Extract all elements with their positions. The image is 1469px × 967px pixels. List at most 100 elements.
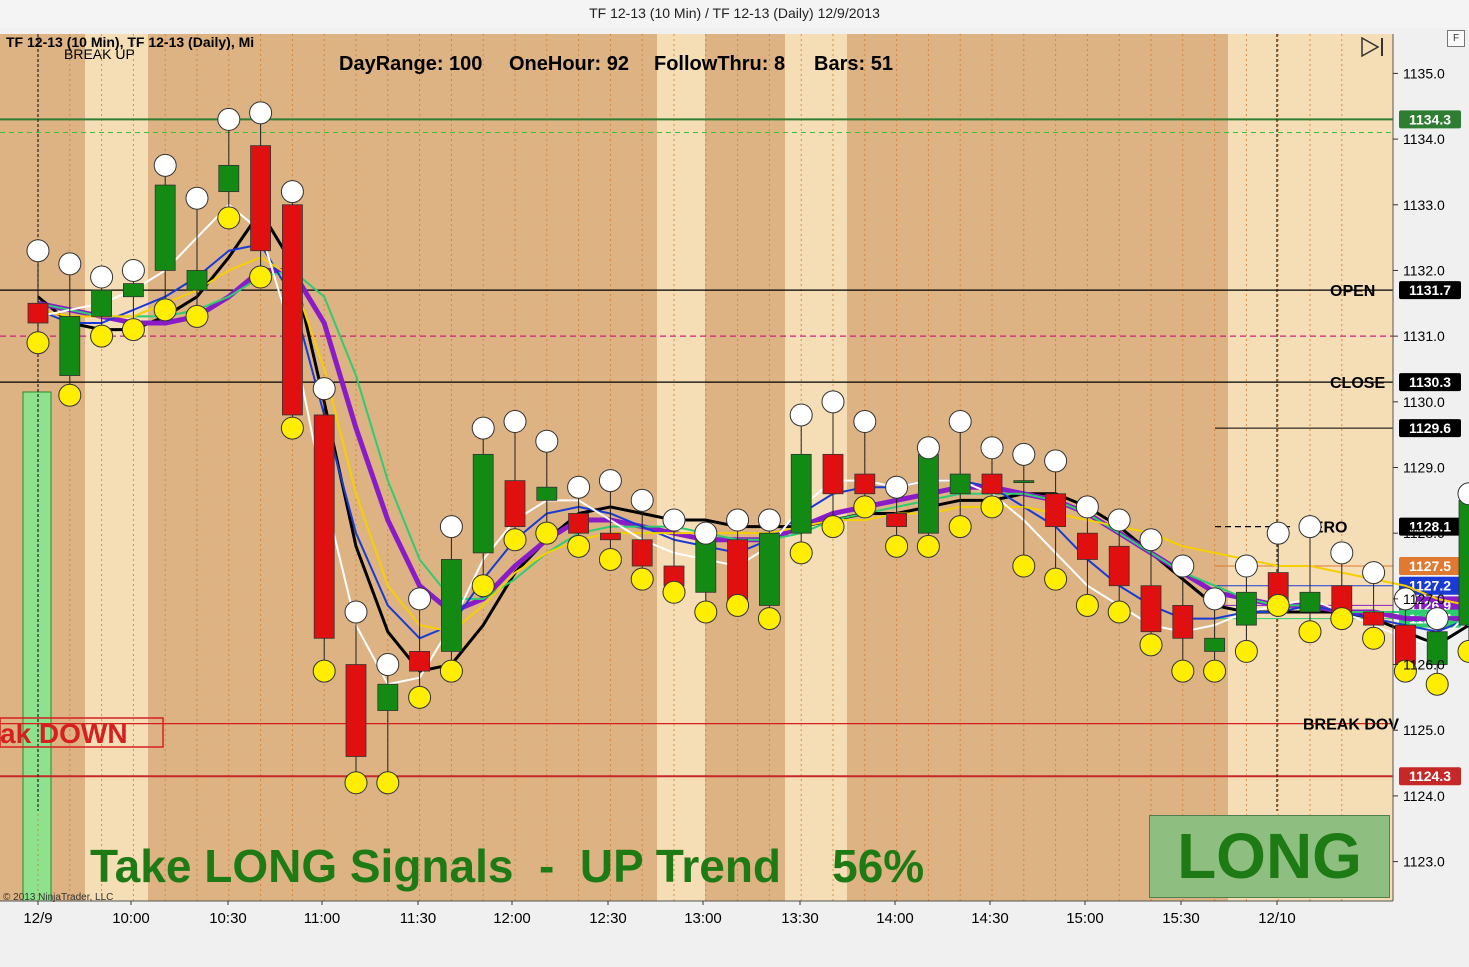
- candle-body: [345, 664, 367, 757]
- y-tick-label: 1135.0: [1403, 65, 1445, 81]
- candle-body: [1172, 605, 1194, 639]
- signal-dot: [1234, 554, 1258, 578]
- signal-dot: [662, 580, 686, 604]
- signal-dot: [885, 475, 909, 499]
- price-tag-text: 1129.6: [1409, 420, 1451, 436]
- signal-dot: [58, 383, 82, 407]
- signal-dot: [1044, 449, 1068, 473]
- signal-dot: [503, 528, 527, 552]
- candle-body: [1045, 493, 1066, 528]
- signal-dot: [439, 659, 463, 683]
- signal-dot: [789, 403, 813, 427]
- signal-dot: [980, 495, 1004, 519]
- signal-dot: [630, 488, 654, 512]
- session-band: [85, 34, 148, 901]
- signal-dot: [376, 771, 400, 795]
- price-tag-text: 1127.5: [1409, 558, 1451, 574]
- y-tick-label: 1133.0: [1403, 197, 1445, 213]
- trend-banner: Take LONG Signals - UP Trend 56%: [90, 840, 924, 892]
- signal-dot: [1044, 567, 1068, 591]
- session-band: [1228, 34, 1290, 901]
- signal-dot: [535, 521, 559, 545]
- signal-dot: [312, 377, 336, 401]
- candle-body: [886, 513, 907, 528]
- signal-dot: [280, 416, 304, 440]
- signal-dot: [185, 304, 209, 328]
- candle-body: [949, 473, 971, 495]
- x-tick-label: 12/10: [1258, 910, 1296, 927]
- level-tag-text-high: 1134.3: [1409, 111, 1451, 127]
- candle-body: [1108, 545, 1130, 587]
- candle-body: [1363, 611, 1384, 626]
- x-tick-label: 14:30: [971, 910, 1009, 927]
- signal-dot: [1298, 620, 1322, 644]
- candle-body: [759, 532, 780, 606]
- x-tick-label: 12:00: [493, 910, 531, 927]
- signal-dot: [1107, 600, 1131, 624]
- signal-dot: [153, 298, 177, 322]
- candle-body: [440, 559, 462, 652]
- signal-dot: [1266, 593, 1290, 617]
- signal-dot: [90, 265, 114, 289]
- signal-dot: [1362, 626, 1386, 650]
- candle-body: [1013, 480, 1035, 484]
- signal-dot: [376, 653, 400, 677]
- candle-body: [1204, 637, 1225, 652]
- session-band: [657, 34, 705, 901]
- signal-dot: [1171, 554, 1195, 578]
- signal-dot: [408, 685, 432, 709]
- candle-body: [377, 683, 399, 711]
- signal-dot: [1075, 495, 1099, 519]
- candle-body: [631, 539, 653, 567]
- break-up-label: BREAK UP: [64, 46, 135, 62]
- x-tick-label: 13:30: [781, 910, 819, 927]
- x-tick-label: 10:30: [209, 910, 247, 927]
- window-titlebar: TF 12-13 (10 Min) / TF 12-13 (Daily) 12/…: [0, 0, 1469, 29]
- signal-dot: [821, 390, 845, 414]
- x-tick-label: 12/9: [23, 910, 52, 927]
- signal-dot: [598, 547, 622, 571]
- stat-dayrange: DayRange: 100: [339, 53, 482, 75]
- signal-dot: [26, 239, 50, 263]
- signal-dot: [1203, 587, 1227, 611]
- stat-onehour: OneHour: 92: [509, 53, 629, 75]
- level-text-open: OPEN: [1330, 283, 1375, 300]
- signal-dot: [249, 265, 273, 289]
- candle-body: [1140, 585, 1162, 633]
- candle-body: [854, 473, 876, 495]
- x-tick-label: 12:30: [589, 910, 627, 927]
- candle-body: [1077, 532, 1098, 560]
- volume-bar: [22, 391, 52, 902]
- signal-dot: [280, 180, 304, 204]
- signal-dot: [821, 515, 845, 539]
- candle-body: [568, 513, 589, 534]
- candle-body: [536, 486, 558, 501]
- candle-body: [1458, 499, 1469, 626]
- signal-dot: [757, 607, 781, 631]
- signal-dot: [249, 101, 273, 125]
- signal-dot: [1298, 515, 1322, 539]
- signal-dot: [1234, 639, 1258, 663]
- candle-body: [313, 414, 335, 639]
- signal-dot: [217, 206, 241, 230]
- signal-dot: [853, 495, 877, 519]
- f-button[interactable]: F: [1447, 30, 1465, 47]
- signal-dot: [694, 521, 718, 545]
- x-tick-label: 11:30: [400, 910, 436, 927]
- y-tick-label: 1128.0: [1403, 525, 1445, 541]
- signal-dot: [1012, 554, 1036, 578]
- y-tick-label: 1132.0: [1403, 262, 1445, 278]
- candle-body: [186, 270, 208, 291]
- candle-body: [250, 145, 272, 252]
- signal-badge: LONG: [1149, 815, 1390, 898]
- signal-dot: [1362, 561, 1386, 585]
- signal-dot: [503, 410, 527, 434]
- candle-body: [27, 302, 49, 324]
- signal-dot: [1266, 521, 1290, 545]
- signal-dot: [1012, 442, 1036, 466]
- y-tick-label: 1131.0: [1403, 328, 1445, 344]
- chart-panel[interactable]: 1134.3 OPEN 1131.7 CLOSE 1130.3 ZERO 1128.1 BRE…: [0, 28, 1469, 967]
- signal-dot: [980, 436, 1004, 460]
- signal-dot: [121, 258, 145, 282]
- y-tick-label: 1126.0: [1403, 657, 1445, 673]
